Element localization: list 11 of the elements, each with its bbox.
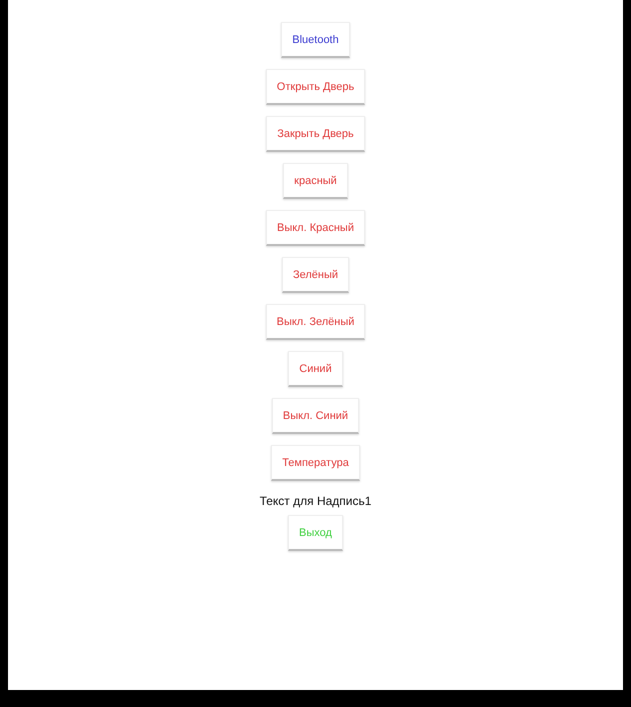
action-button[interactable]: Синий <box>288 351 343 387</box>
action-button[interactable]: Открыть Дверь <box>266 69 366 105</box>
text-label: Текст для Надпись1 <box>260 494 372 508</box>
action-button[interactable]: Зелёный <box>282 257 350 293</box>
action-button[interactable]: Выкл. Синий <box>272 398 360 434</box>
action-button[interactable]: Выкл. Зелёный <box>266 304 366 340</box>
action-button[interactable]: красный <box>283 163 348 199</box>
action-button[interactable]: Температура <box>271 445 360 481</box>
action-button[interactable]: Закрыть Дверь <box>266 116 365 152</box>
action-button[interactable]: Bluetooth <box>281 22 350 58</box>
action-button[interactable]: Выкл. Красный <box>266 210 365 246</box>
